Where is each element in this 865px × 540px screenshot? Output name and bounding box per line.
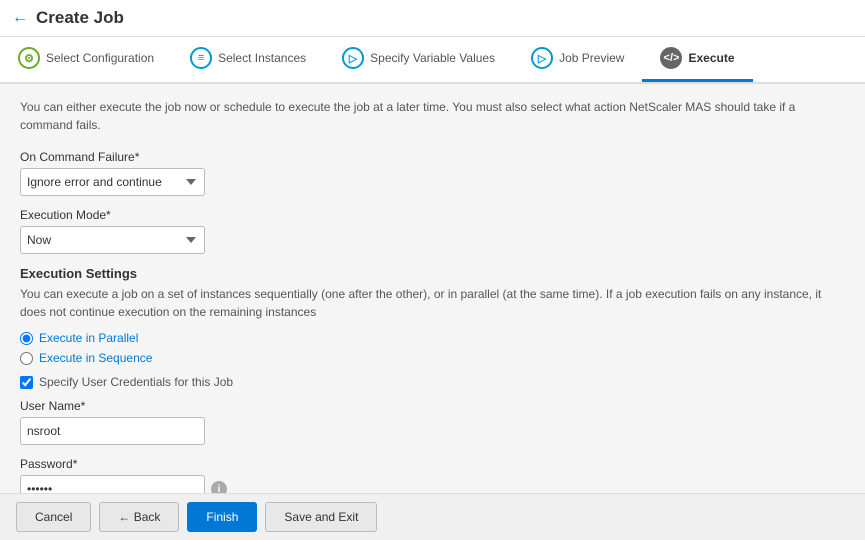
execution-mode-select[interactable]: NowSchedule: [20, 226, 205, 254]
tab-specify-variable-values-label: Specify Variable Values: [370, 51, 495, 65]
preview-icon: ▷: [531, 47, 553, 69]
execute-sequence-label: Execute in Sequence: [39, 351, 152, 365]
tab-job-preview-label: Job Preview: [559, 51, 624, 65]
username-group: User Name*: [20, 399, 845, 445]
on-command-failure-group: On Command Failure* Ignore error and con…: [20, 150, 845, 196]
password-row: i: [20, 475, 845, 493]
back-icon[interactable]: ←: [12, 9, 28, 27]
finish-button[interactable]: Finish: [187, 502, 257, 532]
wizard-tabs: ⚙ Select Configuration ≡ Select Instance…: [0, 37, 865, 84]
tab-job-preview[interactable]: ▷ Job Preview: [513, 37, 642, 82]
password-group: Password* i: [20, 457, 845, 493]
tab-execute[interactable]: </> Execute: [642, 37, 752, 82]
execute-sequence-radio[interactable]: [20, 352, 33, 365]
password-label: Password*: [20, 457, 845, 471]
execute-parallel-label: Execute in Parallel: [39, 331, 138, 345]
password-input[interactable]: [20, 475, 205, 493]
tab-execute-label: Execute: [688, 51, 734, 65]
header: ← Create Job: [0, 0, 865, 37]
execution-mode-group: Execution Mode* NowSchedule: [20, 208, 845, 254]
vars-icon: ▷: [342, 47, 364, 69]
execution-settings-section: Execution Settings You can execute a job…: [20, 266, 845, 493]
footer: Cancel ← Back Finish Save and Exit: [0, 493, 865, 540]
execution-settings-title: Execution Settings: [20, 266, 845, 281]
tab-select-configuration-label: Select Configuration: [46, 51, 154, 65]
on-command-failure-select[interactable]: Ignore error and continueStop on failure: [20, 168, 205, 196]
save-and-exit-button[interactable]: Save and Exit: [265, 502, 377, 532]
create-job-window: ← Create Job ⚙ Select Configuration ≡ Se…: [0, 0, 865, 540]
on-command-failure-label: On Command Failure*: [20, 150, 845, 164]
username-input[interactable]: [20, 417, 205, 445]
execute-parallel-radio[interactable]: [20, 332, 33, 345]
back-button[interactable]: ← Back: [99, 502, 179, 532]
password-info-icon[interactable]: i: [211, 481, 227, 493]
tab-specify-variable-values[interactable]: ▷ Specify Variable Values: [324, 37, 513, 82]
specify-credentials-checkbox-item[interactable]: Specify User Credentials for this Job: [20, 375, 845, 389]
cancel-button[interactable]: Cancel: [16, 502, 91, 532]
specify-credentials-label: Specify User Credentials for this Job: [39, 375, 233, 389]
info-text: You can either execute the job now or sc…: [20, 98, 845, 134]
main-content: You can either execute the job now or sc…: [0, 84, 865, 493]
servers-icon: ≡: [190, 47, 212, 69]
tab-select-instances-label: Select Instances: [218, 51, 306, 65]
gear-icon: ⚙: [18, 47, 40, 69]
page-title: Create Job: [36, 8, 124, 28]
tab-select-configuration[interactable]: ⚙ Select Configuration: [0, 37, 172, 82]
execution-mode-radio-group: Execute in Parallel Execute in Sequence: [20, 331, 845, 365]
username-label: User Name*: [20, 399, 845, 413]
execute-parallel-option[interactable]: Execute in Parallel: [20, 331, 845, 345]
tab-select-instances[interactable]: ≡ Select Instances: [172, 37, 324, 82]
execute-sequence-option[interactable]: Execute in Sequence: [20, 351, 845, 365]
execution-mode-label: Execution Mode*: [20, 208, 845, 222]
execute-icon: </>: [660, 47, 682, 69]
execution-settings-desc: You can execute a job on a set of instan…: [20, 285, 845, 321]
specify-credentials-checkbox[interactable]: [20, 376, 33, 389]
